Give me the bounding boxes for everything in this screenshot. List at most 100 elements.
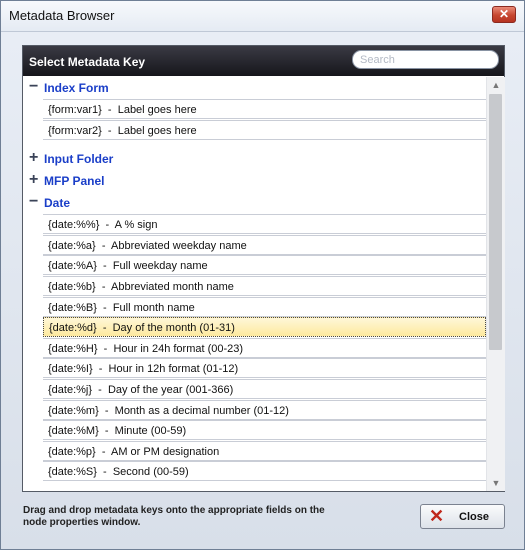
expand-icon[interactable]: + <box>29 171 38 189</box>
metadata-key: {date:%d} <box>49 322 97 335</box>
separator: - <box>95 281 111 293</box>
group-label: Input Folder <box>44 152 114 167</box>
close-button[interactable]: ✕ Close <box>420 504 505 529</box>
metadata-key: {date:%H} <box>48 342 98 355</box>
close-icon: ✕ <box>498 7 510 21</box>
metadata-description: Full month name <box>112 301 195 314</box>
list-item[interactable]: {date:%M} - Minute (00-59) <box>43 420 486 441</box>
list-item-text: {date:%d} - Day of the month (01-31) <box>49 322 235 334</box>
list-item[interactable]: {form:var2} - Label goes here <box>43 119 486 140</box>
separator: - <box>96 466 113 479</box>
search-input[interactable] <box>352 50 499 69</box>
metadata-browser-window: Metadata Browser ✕ Select Metadata Key −… <box>0 0 525 550</box>
metadata-description: Abbreviated weekday name <box>111 239 247 252</box>
list-item[interactable]: {date:%B} - Full month name <box>43 296 486 317</box>
list-item[interactable]: {date:%a} - Abbreviated weekday name <box>43 234 486 255</box>
group-label: Date <box>44 196 71 211</box>
metadata-description: Full weekday name <box>112 260 208 273</box>
scrollbar-thumb[interactable] <box>489 94 502 350</box>
window-title: Metadata Browser <box>9 8 115 23</box>
list-item-text: {date:%j} - Day of the year (001-366) <box>48 384 233 396</box>
separator: - <box>99 219 115 232</box>
list-item-text: {date:%m} - Month as a decimal number (0… <box>48 405 289 417</box>
metadata-description: Month as a decimal number (01-12) <box>114 404 289 417</box>
group-header[interactable]: − Index Form <box>23 77 486 99</box>
metadata-key: {date:%j} <box>48 384 93 396</box>
panel-title: Select Metadata Key <box>29 55 146 69</box>
metadata-key: {date:%A} <box>48 260 97 273</box>
metadata-description: Day of the year (001-366) <box>107 384 234 396</box>
metadata-key: {date:%p} <box>48 445 96 458</box>
list-item-text: {date:%A} - Full weekday name <box>48 260 208 272</box>
panel-header: Select Metadata Key <box>23 46 504 76</box>
list-item[interactable]: {date:%S} - Second (00-59) <box>43 461 486 482</box>
separator: - <box>92 363 109 376</box>
separator: - <box>92 384 108 396</box>
vertical-scrollbar[interactable]: ▲ ▼ <box>486 77 505 491</box>
metadata-description: Hour in 24h format (00-23) <box>113 342 244 355</box>
group-header[interactable]: + MFP Panel <box>23 170 486 192</box>
group-header[interactable]: − Date <box>23 192 486 214</box>
list-item[interactable]: {date:%m} - Month as a decimal number (0… <box>43 399 486 420</box>
list-item[interactable]: {date:%H} - Hour in 24h format (00-23) <box>43 337 486 358</box>
list-item[interactable]: {date:%b} - Abbreviated month name <box>43 276 486 296</box>
separator: - <box>95 445 111 458</box>
metadata-description: Label goes here <box>117 124 197 137</box>
separator: - <box>95 239 111 252</box>
collapse-icon[interactable]: − <box>29 78 38 96</box>
list-item[interactable]: {date:%A} - Full weekday name <box>43 255 486 276</box>
list-item-text: {date:%S} - Second (00-59) <box>48 466 189 478</box>
list-item[interactable]: {date:%I} - Hour in 12h format (01-12) <box>43 358 486 379</box>
metadata-description: Second (00-59) <box>112 466 189 479</box>
metadata-panel: Select Metadata Key −Index Form{form:var… <box>22 45 505 492</box>
scroll-down-arrow-icon[interactable]: ▼ <box>487 475 505 491</box>
list-item[interactable]: {date:%p} - AM or PM designation <box>43 440 486 461</box>
separator: - <box>96 260 113 273</box>
metadata-description: Hour in 12h format (01-12) <box>108 363 239 376</box>
list-item-text: {date:%a} - Abbreviated weekday name <box>48 240 247 252</box>
scroll-up-arrow-icon[interactable]: ▲ <box>487 77 505 93</box>
separator: - <box>98 425 115 438</box>
list-item-text: {date:%b} - Abbreviated month name <box>48 281 234 293</box>
metadata-key: {form:var2} <box>48 124 102 137</box>
list-item[interactable]: {form:var1} - Label goes here <box>43 99 486 119</box>
group-label: MFP Panel <box>44 174 105 189</box>
metadata-key: {date:%B} <box>48 301 97 314</box>
metadata-key: {form:var1} <box>48 104 102 116</box>
metadata-key: {date:%%} <box>48 219 100 232</box>
close-button-label: Close <box>459 511 489 523</box>
metadata-key: {date:%S} <box>48 466 97 479</box>
separator: - <box>96 322 113 335</box>
drag-drop-hint: Drag and drop metadata keys onto the app… <box>23 505 325 528</box>
list-item[interactable]: {date:%%} - A % sign <box>43 214 486 235</box>
separator: - <box>101 104 118 116</box>
metadata-key: {date:%b} <box>48 281 96 293</box>
title-bar[interactable]: Metadata Browser ✕ <box>1 1 524 32</box>
metadata-description: Minute (00-59) <box>114 425 187 438</box>
window-close-button[interactable]: ✕ <box>492 6 516 23</box>
metadata-key: {date:%m} <box>48 404 99 417</box>
separator: - <box>97 342 114 355</box>
list-item[interactable]: {date:%j} - Day of the year (001-366) <box>43 379 486 399</box>
metadata-description: Day of the month (01-31) <box>112 322 235 335</box>
list-item-selected[interactable]: {date:%d} - Day of the month (01-31) <box>43 317 486 338</box>
list-item-text: {form:var1} - Label goes here <box>48 104 197 116</box>
metadata-key: {date:%I} <box>48 363 93 376</box>
list-item-text: {date:%M} - Minute (00-59) <box>48 425 186 437</box>
expand-icon[interactable]: + <box>29 149 38 167</box>
metadata-description: Label goes here <box>117 104 197 116</box>
separator: - <box>98 404 115 417</box>
group-label: Index Form <box>44 81 109 95</box>
list-item-text: {date:%I} - Hour in 12h format (01-12) <box>48 363 238 375</box>
collapse-icon[interactable]: − <box>29 193 38 211</box>
metadata-key: {date:%a} <box>48 239 96 252</box>
close-x-icon: ✕ <box>429 506 445 526</box>
list-item-text: {date:%%} - A % sign <box>48 219 157 231</box>
separator: - <box>96 301 113 314</box>
metadata-key-list[interactable]: − Index Form {form:var1} - Label goes here… <box>23 77 486 491</box>
metadata-description: A % sign <box>114 219 158 232</box>
list-item-text: {date:%B} - Full month name <box>48 302 195 314</box>
group-header[interactable]: + Input Folder <box>23 148 486 170</box>
list-item-text: {date:%p} - AM or PM designation <box>48 446 219 458</box>
list-item-text: {form:var2} - Label goes here <box>48 125 197 137</box>
